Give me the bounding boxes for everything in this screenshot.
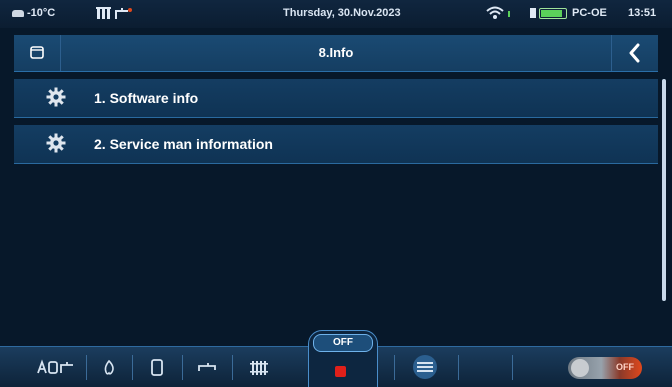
status-icons xyxy=(96,5,136,24)
clock: 13:51 xyxy=(628,7,657,19)
menu-item-service-man-information[interactable]: 2. Service man information xyxy=(14,125,658,164)
outside-temperature: -10°C xyxy=(12,7,55,19)
gear-icon xyxy=(46,133,66,153)
gear-icon xyxy=(46,87,66,107)
nav-separator xyxy=(394,355,395,380)
chevron-left-icon xyxy=(629,43,640,63)
radiator-icon xyxy=(250,361,268,375)
title-bar: 8.Info xyxy=(14,35,658,72)
nav-auto-heating-button[interactable] xyxy=(34,351,78,384)
nav-boiler-button[interactable] xyxy=(142,351,172,384)
screen: -10°C Thursday, 30.Nov.2023 PC-OE 13:51 … xyxy=(0,0,672,387)
wifi-icon xyxy=(485,5,515,24)
flame-icon xyxy=(104,359,114,375)
system-state-label: OFF xyxy=(313,334,373,352)
nav-separator xyxy=(232,355,233,380)
nav-menu-button[interactable] xyxy=(404,351,446,384)
stop-button[interactable] xyxy=(335,366,346,377)
nav-separator xyxy=(132,355,133,380)
nav-flame-button[interactable] xyxy=(94,351,124,384)
page-title: 8.Info xyxy=(318,45,354,60)
menu-item-label: 1. Software info xyxy=(94,90,199,106)
nav-tap-water-button[interactable] xyxy=(190,351,224,384)
battery-status xyxy=(530,8,567,22)
toggle-label: OFF xyxy=(616,362,634,372)
toggle-knob xyxy=(571,359,589,377)
device-name: PC-OE xyxy=(572,7,607,19)
folder-button[interactable] xyxy=(14,35,61,71)
boiler-icon xyxy=(151,359,163,376)
menu-item-software-info[interactable]: 1. Software info xyxy=(14,79,658,118)
date-label: Thursday, 30.Nov.2023 xyxy=(283,7,401,19)
radiator-icon xyxy=(96,7,132,19)
nav-radiator-button[interactable] xyxy=(242,351,276,384)
auto-mode-icon xyxy=(37,359,73,374)
car-icon xyxy=(12,9,24,17)
nav-separator xyxy=(458,355,459,380)
plug-icon xyxy=(530,8,536,18)
nav-separator xyxy=(512,355,513,380)
folder-icon xyxy=(30,46,44,59)
tap-water-icon xyxy=(198,363,216,371)
battery-icon xyxy=(539,8,567,19)
info-menu-list: 1. Software info 2. Service man informat… xyxy=(14,79,658,319)
nav-separator xyxy=(86,355,87,380)
status-bar: -10°C Thursday, 30.Nov.2023 PC-OE 13:51 xyxy=(0,0,672,28)
back-button[interactable] xyxy=(611,35,658,71)
nav-separator xyxy=(182,355,183,380)
menu-icon xyxy=(413,355,437,379)
power-toggle[interactable]: OFF xyxy=(568,357,642,379)
scrollbar[interactable] xyxy=(662,79,666,301)
menu-item-label: 2. Service man information xyxy=(94,136,273,152)
